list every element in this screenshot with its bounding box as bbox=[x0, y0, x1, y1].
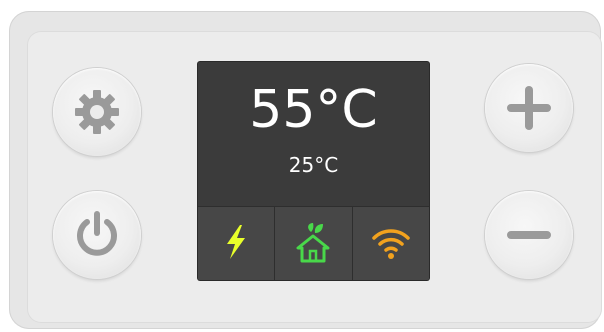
current-temperature: 25°C bbox=[288, 153, 339, 177]
power-button[interactable] bbox=[53, 191, 141, 279]
settings-button[interactable] bbox=[53, 68, 141, 156]
status-bar bbox=[198, 206, 429, 280]
minus-icon bbox=[506, 212, 552, 258]
increase-button[interactable] bbox=[485, 64, 573, 152]
target-temperature: 55°C bbox=[249, 80, 378, 140]
lightning-icon bbox=[221, 223, 251, 265]
plus-icon bbox=[506, 85, 552, 131]
gear-icon bbox=[72, 87, 122, 137]
decrease-button[interactable] bbox=[485, 191, 573, 279]
status-cell-eco bbox=[275, 207, 353, 280]
power-icon bbox=[71, 209, 123, 261]
wifi-icon bbox=[371, 224, 411, 264]
display-screen: 55°C 25°C bbox=[198, 62, 429, 280]
temperature-readout: 55°C 25°C bbox=[198, 62, 429, 205]
eco-home-icon bbox=[293, 220, 333, 268]
status-cell-power bbox=[198, 207, 276, 280]
status-cell-wifi bbox=[352, 207, 429, 280]
